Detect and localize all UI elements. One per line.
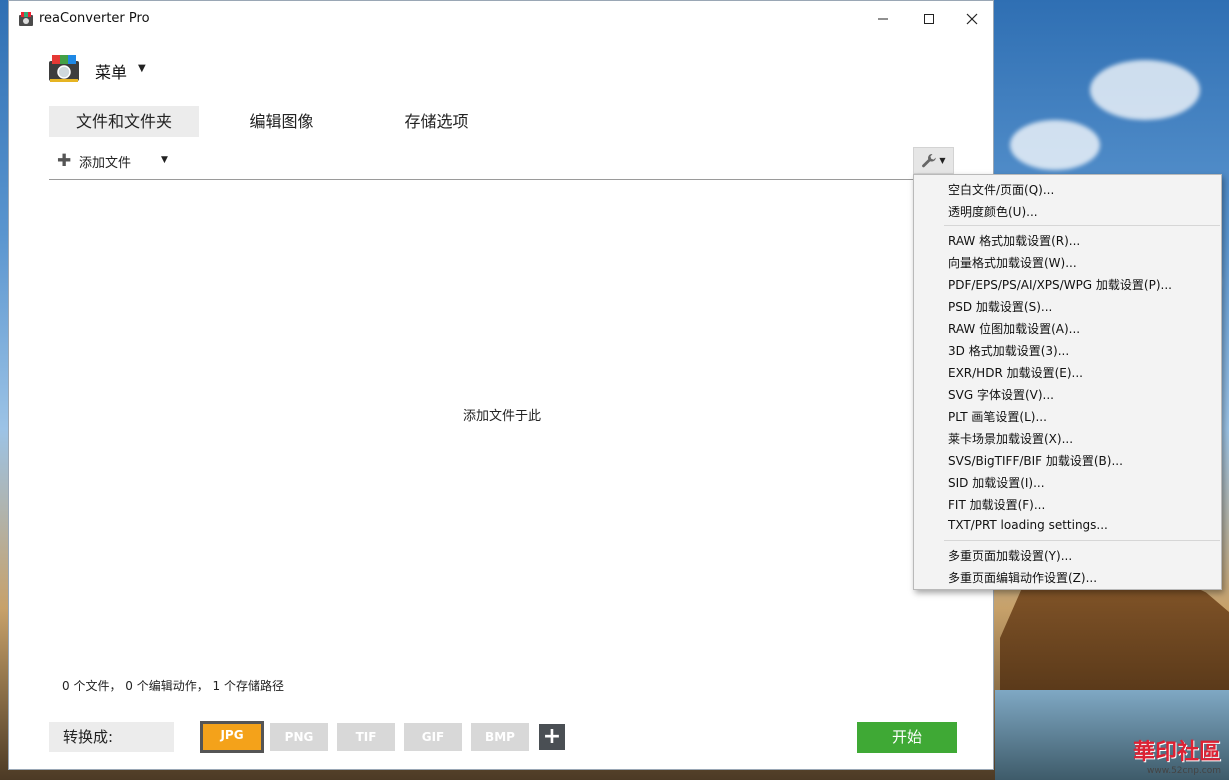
wrench-icon (922, 153, 937, 167)
menu-item-vector-settings[interactable]: 向量格式加载设置(W)... (948, 254, 1077, 271)
app-window: reaConverter Pro 菜单 ▼ 文件和文件夹 编辑图像 存储选项 ✚… (8, 0, 994, 770)
close-icon (966, 13, 978, 25)
format-tif-button[interactable]: TIF (337, 723, 395, 751)
settings-context-menu: 空白文件/页面(Q)... 透明度颜色(U)... RAW 格式加载设置(R).… (913, 174, 1222, 590)
menu-item-leica-scene-settings[interactable]: 莱卡场景加载设置(X)... (948, 430, 1073, 447)
chevron-down-icon: ▼ (939, 156, 946, 165)
title-bar[interactable]: reaConverter Pro (9, 1, 993, 37)
desktop-cloud (1090, 60, 1200, 120)
start-button[interactable]: 开始 (857, 722, 957, 753)
tab-files-folders[interactable]: 文件和文件夹 (49, 106, 199, 137)
menu-item-fit-settings[interactable]: FIT 加载设置(F)... (948, 496, 1045, 513)
format-bmp-button[interactable]: BMP (471, 723, 529, 751)
menu-item-3d-settings[interactable]: 3D 格式加载设置(3)... (948, 342, 1069, 359)
menu-button[interactable]: 菜单 (95, 59, 127, 83)
convert-to-label: 转换成: (49, 722, 174, 752)
maximize-icon (924, 14, 934, 24)
drop-zone-hint[interactable]: 添加文件于此 (9, 405, 995, 424)
tab-save-options[interactable]: 存储选项 (379, 106, 494, 137)
rea-camera-logo-icon[interactable] (47, 53, 81, 83)
toolbar-divider (49, 179, 914, 180)
menu-item-pdf-eps-settings[interactable]: PDF/EPS/PS/AI/XPS/WPG 加载设置(P)... (948, 276, 1172, 293)
menu-item-raw-format-settings[interactable]: RAW 格式加载设置(R)... (948, 232, 1080, 249)
menu-item-raw-bitmap-settings[interactable]: RAW 位图加载设置(A)... (948, 320, 1080, 337)
menu-item-svg-font-settings[interactable]: SVG 字体设置(V)... (948, 386, 1054, 403)
menu-item-multipage-edit-settings[interactable]: 多重页面编辑动作设置(Z)... (948, 569, 1097, 586)
chevron-down-icon[interactable]: ▼ (138, 63, 146, 74)
maximize-button[interactable] (906, 1, 952, 37)
minimize-icon (878, 18, 888, 20)
menu-item-exr-hdr-settings[interactable]: EXR/HDR 加载设置(E)... (948, 364, 1083, 381)
tab-edit-images[interactable]: 编辑图像 (224, 106, 339, 137)
menu-separator (944, 540, 1220, 541)
format-jpg-button[interactable]: JPG (200, 721, 264, 753)
menu-item-txt-prt-settings[interactable]: TXT/PRT loading settings... (948, 518, 1108, 532)
close-button[interactable] (949, 1, 995, 37)
desktop-cloud (1010, 120, 1100, 170)
add-format-button[interactable]: + (539, 724, 565, 750)
minimize-button[interactable] (860, 1, 906, 37)
watermark: 華印社區 www.52cnp.com (1132, 739, 1221, 776)
menu-item-transparency-color[interactable]: 透明度颜色(U)... (948, 203, 1038, 220)
add-files-button[interactable]: 添加文件 (79, 152, 131, 171)
menu-item-psd-settings[interactable]: PSD 加载设置(S)... (948, 298, 1052, 315)
app-icon (19, 12, 33, 26)
menu-item-svs-bigtiff-settings[interactable]: SVS/BigTIFF/BIF 加载设置(B)... (948, 452, 1123, 469)
window-title: reaConverter Pro (39, 11, 150, 26)
settings-menu-button[interactable]: ▼ (913, 147, 954, 174)
menu-item-plt-pen-settings[interactable]: PLT 画笔设置(L)... (948, 408, 1047, 425)
menu-separator (944, 225, 1220, 226)
plus-icon[interactable]: ✚ (57, 151, 71, 171)
format-gif-button[interactable]: GIF (404, 723, 462, 751)
status-summary: 0 个文件， 0 个编辑动作， 1 个存储路径 (62, 679, 284, 693)
add-files-dropdown-icon[interactable]: ▼ (161, 155, 168, 165)
menu-item-multipage-load-settings[interactable]: 多重页面加载设置(Y)... (948, 547, 1072, 564)
watermark-url: www.52cnp.com (1146, 766, 1221, 776)
menu-item-sid-settings[interactable]: SID 加载设置(I)... (948, 474, 1045, 491)
format-png-button[interactable]: PNG (270, 723, 328, 751)
menu-item-blank-page[interactable]: 空白文件/页面(Q)... (948, 181, 1054, 198)
